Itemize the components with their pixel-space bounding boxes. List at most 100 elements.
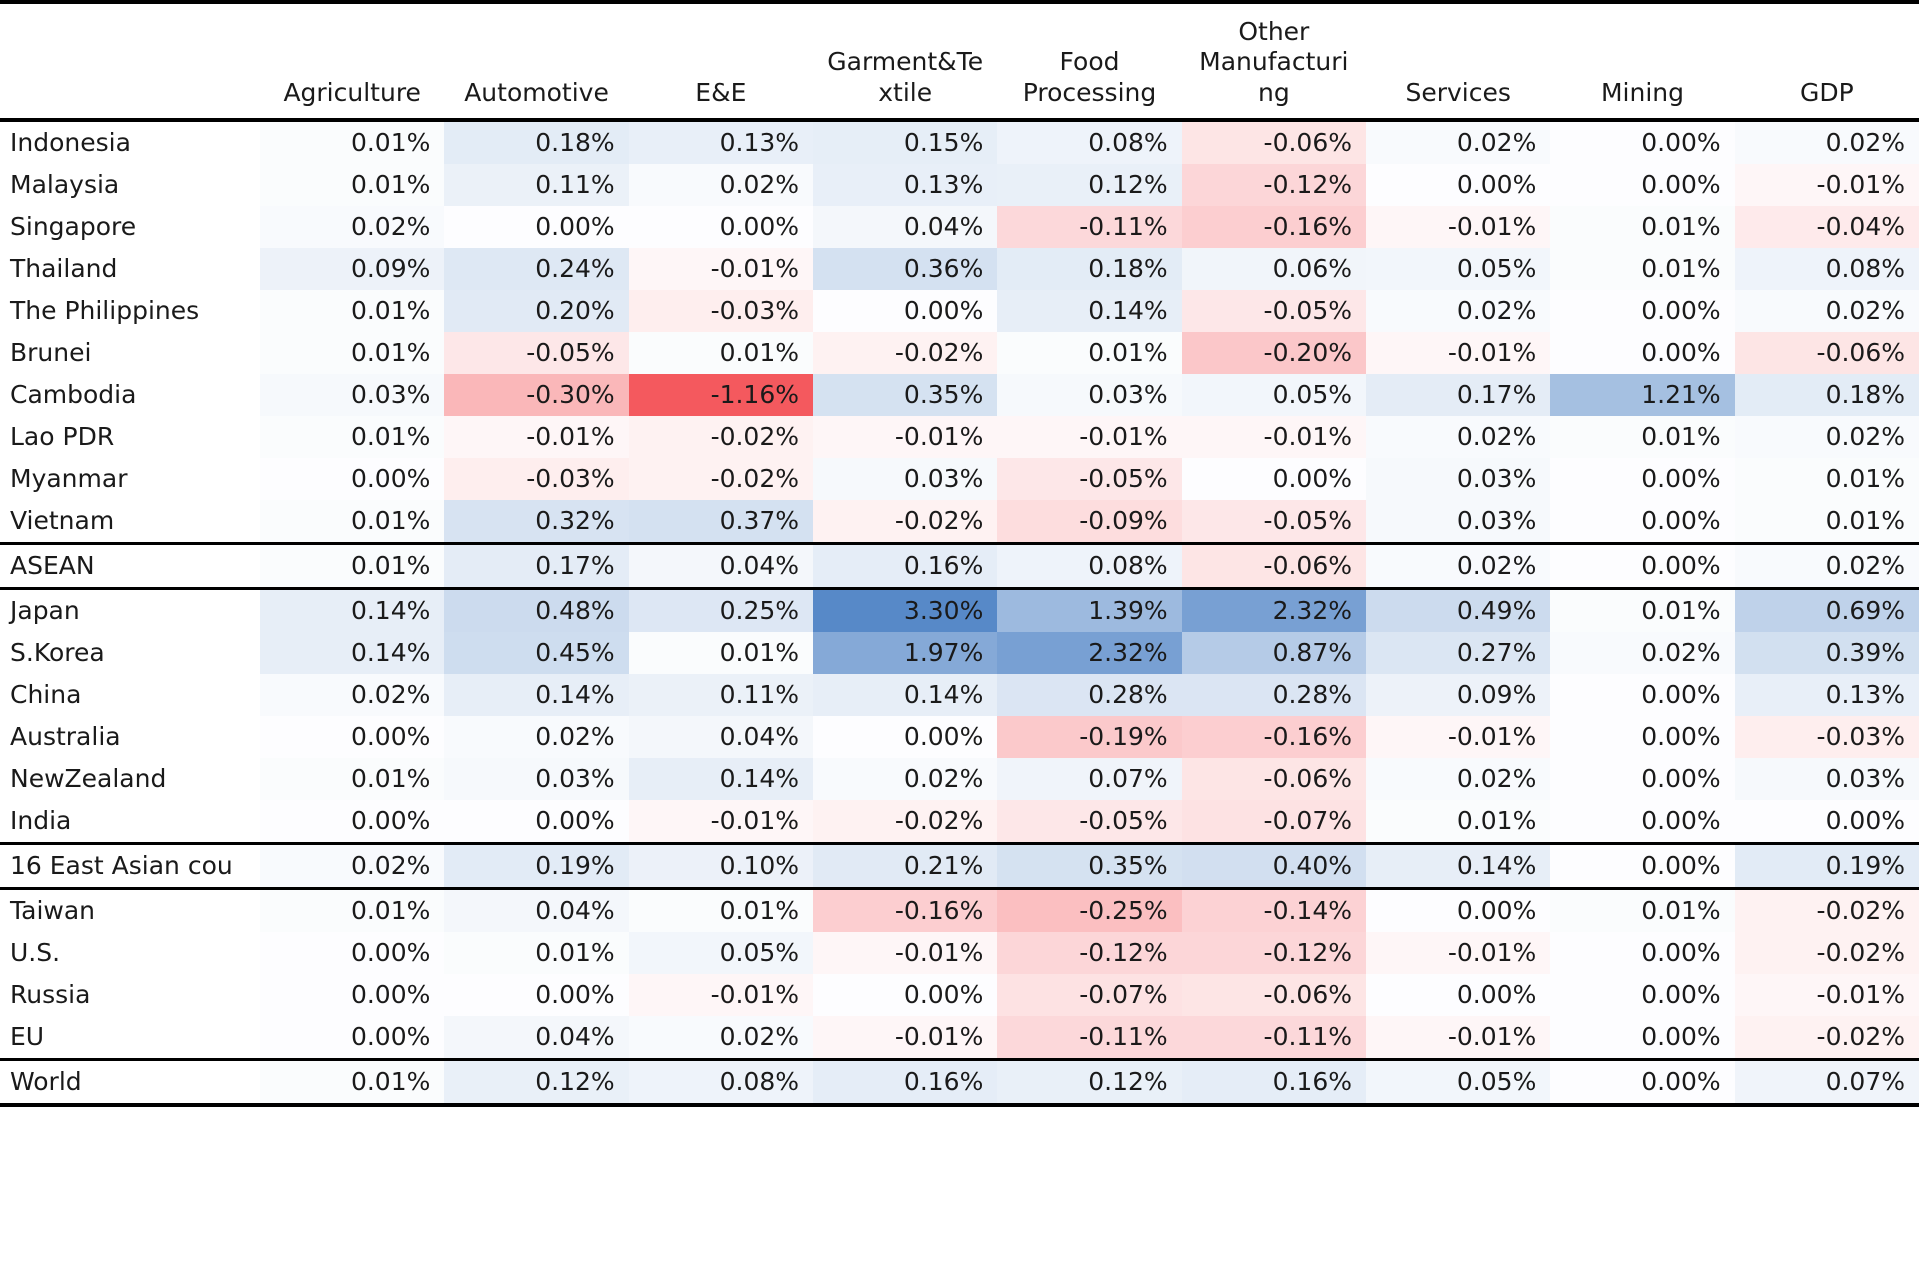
- data-cell: -0.02%: [1734, 1016, 1919, 1060]
- row-label: World: [0, 1058, 261, 1107]
- data-cell: 0.04%: [628, 542, 814, 590]
- data-cell: 0.01%: [1550, 248, 1735, 290]
- column-header-gdp: GDP: [1734, 4, 1919, 122]
- data-cell: 0.00%: [1550, 800, 1735, 844]
- data-cell: 0.02%: [813, 758, 998, 800]
- data-cell: -0.01%: [1366, 932, 1551, 974]
- data-cell: 0.18%: [1734, 374, 1919, 416]
- data-cell: 0.48%: [444, 588, 629, 632]
- table-row[interactable]: Vietnam 0.01% 0.32% 0.37% -0.02% -0.09% -0.05%…: [0, 500, 1919, 544]
- data-cell: 0.00%: [1550, 758, 1735, 800]
- row-label: Russia: [0, 974, 261, 1016]
- data-cell: 0.19%: [1734, 842, 1919, 890]
- table-row[interactable]: Myanmar 0.00% -0.03% -0.02% 0.03% -0.05% 0.00%…: [0, 458, 1919, 500]
- table-row[interactable]: Thailand 0.09% 0.24% -0.01% 0.36% 0.18% 0.06% 0…: [0, 248, 1919, 290]
- data-cell: 0.14%: [444, 674, 629, 716]
- data-cell: -0.02%: [1734, 932, 1919, 974]
- data-cell: 0.45%: [444, 632, 629, 674]
- data-cell: 0.03%: [1734, 758, 1919, 800]
- data-cell: -0.02%: [813, 800, 998, 844]
- row-label: The Philippines: [0, 290, 261, 332]
- data-cell: 0.28%: [997, 674, 1182, 716]
- data-cell: -0.11%: [1181, 1016, 1366, 1060]
- data-cell: 0.18%: [444, 120, 629, 164]
- data-cell: 0.17%: [1366, 374, 1551, 416]
- row-label: ASEAN: [0, 542, 261, 590]
- table-row[interactable]: 16 East Asian cou 0.02% 0.19% 0.10% 0.21% 0.3…: [0, 842, 1919, 890]
- data-cell: 0.20%: [444, 290, 629, 332]
- table-row[interactable]: Japan 0.14% 0.48% 0.25% 3.30% 1.39% 2.32% 0.49%…: [0, 588, 1919, 632]
- data-cell: 0.14%: [813, 674, 998, 716]
- data-cell: 0.11%: [444, 164, 629, 206]
- data-cell: 0.17%: [444, 542, 629, 590]
- data-cell: 0.01%: [628, 332, 814, 374]
- table-row[interactable]: NewZealand 0.01% 0.03% 0.14% 0.02% 0.07% -0.06…: [0, 758, 1919, 800]
- data-cell: 0.01%: [260, 120, 445, 164]
- table-row[interactable]: Cambodia 0.03% -0.30% -1.16% 0.35% 0.03% 0.05%…: [0, 374, 1919, 416]
- column-header-automotive: Automotive: [444, 4, 629, 122]
- data-cell: 0.02%: [1734, 416, 1919, 458]
- table-row[interactable]: EU 0.00% 0.04% 0.02% -0.01% -0.11% -0.11% -0.01…: [0, 1016, 1919, 1060]
- data-cell: 0.01%: [260, 332, 445, 374]
- data-cell: 0.05%: [628, 932, 814, 974]
- data-cell: 0.14%: [1366, 842, 1551, 890]
- data-cell: 0.28%: [1181, 674, 1366, 716]
- data-cell: 0.35%: [997, 842, 1182, 890]
- data-cell: 0.21%: [813, 842, 998, 890]
- data-cell: 0.02%: [1366, 290, 1551, 332]
- table-row[interactable]: Russia 0.00% 0.00% -0.01% 0.00% -0.07% -0.06% 0…: [0, 974, 1919, 1016]
- row-label: Malaysia: [0, 164, 261, 206]
- data-cell: 0.40%: [1181, 842, 1366, 890]
- table-row[interactable]: Indonesia 0.01% 0.18% 0.13% 0.15% 0.08% -0.06%…: [0, 120, 1919, 164]
- table-row[interactable]: Malaysia 0.01% 0.11% 0.02% 0.13% 0.12% -0.12% 0…: [0, 164, 1919, 206]
- table-row[interactable]: Singapore 0.02% 0.00% 0.00% 0.04% -0.11% -0.16…: [0, 206, 1919, 248]
- data-cell: 0.02%: [628, 164, 814, 206]
- data-cell: 0.49%: [1366, 588, 1551, 632]
- column-header-food-processing: Food Processing: [997, 4, 1182, 122]
- data-cell: 0.02%: [260, 842, 445, 890]
- data-cell: 0.00%: [1550, 542, 1735, 590]
- data-cell: 0.01%: [1550, 588, 1735, 632]
- table-row[interactable]: Australia 0.00% 0.02% 0.04% 0.00% -0.19% -0.16…: [0, 716, 1919, 758]
- table-body: Indonesia 0.01% 0.18% 0.13% 0.15% 0.08% -0.06%…: [0, 120, 1919, 1107]
- data-cell: 0.00%: [1550, 458, 1735, 500]
- data-cell: -0.02%: [813, 332, 998, 374]
- data-cell: 0.01%: [260, 416, 445, 458]
- data-cell: 0.00%: [813, 290, 998, 332]
- table-row[interactable]: Lao PDR 0.01% -0.01% -0.02% -0.01% -0.01% -0.0…: [0, 416, 1919, 458]
- data-cell: 0.87%: [1181, 632, 1366, 674]
- data-cell: 0.14%: [260, 632, 445, 674]
- data-cell: 0.00%: [1550, 164, 1735, 206]
- data-cell: 0.02%: [1366, 416, 1551, 458]
- data-cell: 0.08%: [628, 1058, 814, 1107]
- table-row[interactable]: ASEAN 0.01% 0.17% 0.04% 0.16% 0.08% -0.06% 0.02…: [0, 542, 1919, 590]
- data-cell: 0.00%: [444, 974, 629, 1016]
- data-cell: 0.00%: [260, 800, 445, 844]
- data-cell: -0.02%: [813, 500, 998, 544]
- data-cell: 0.00%: [260, 716, 445, 758]
- data-cell: 0.00%: [1550, 974, 1735, 1016]
- data-cell: -0.06%: [1181, 974, 1366, 1016]
- data-cell: -0.01%: [1181, 416, 1366, 458]
- data-cell: -0.01%: [1366, 716, 1551, 758]
- table-row[interactable]: World 0.01% 0.12% 0.08% 0.16% 0.12% 0.16% 0.05%…: [0, 1058, 1919, 1107]
- column-header-services: Services: [1366, 4, 1551, 122]
- impact-heatmap-table: Agriculture Automotive E&E Garment&Te xtile F…: [0, 0, 1919, 1107]
- table-row[interactable]: India 0.00% 0.00% -0.01% -0.02% -0.05% -0.07% 0…: [0, 800, 1919, 844]
- table-row[interactable]: S.Korea 0.14% 0.45% 0.01% 1.97% 2.32% 0.87% 0.2…: [0, 632, 1919, 674]
- data-cell: 0.00%: [1550, 674, 1735, 716]
- row-label: Taiwan: [0, 888, 261, 932]
- data-cell: 0.01%: [1366, 800, 1551, 844]
- data-cell: 0.37%: [628, 500, 814, 544]
- table-row[interactable]: The Philippines 0.01% 0.20% -0.03% 0.00% 0.14…: [0, 290, 1919, 332]
- data-cell: 1.97%: [813, 632, 998, 674]
- table-row[interactable]: Brunei 0.01% -0.05% 0.01% -0.02% 0.01% -0.20% -…: [0, 332, 1919, 374]
- table-row[interactable]: U.S. 0.00% 0.01% 0.05% -0.01% -0.12% -0.12% -0.…: [0, 932, 1919, 974]
- table-row[interactable]: China 0.02% 0.14% 0.11% 0.14% 0.28% 0.28% 0.09%…: [0, 674, 1919, 716]
- data-cell: 0.01%: [260, 758, 445, 800]
- data-cell: -0.05%: [1181, 290, 1366, 332]
- data-cell: 0.03%: [260, 374, 445, 416]
- data-cell: 0.02%: [628, 1016, 814, 1060]
- data-cell: -0.05%: [444, 332, 629, 374]
- table-row[interactable]: Taiwan 0.01% 0.04% 0.01% -0.16% -0.25% -0.14% 0…: [0, 888, 1919, 932]
